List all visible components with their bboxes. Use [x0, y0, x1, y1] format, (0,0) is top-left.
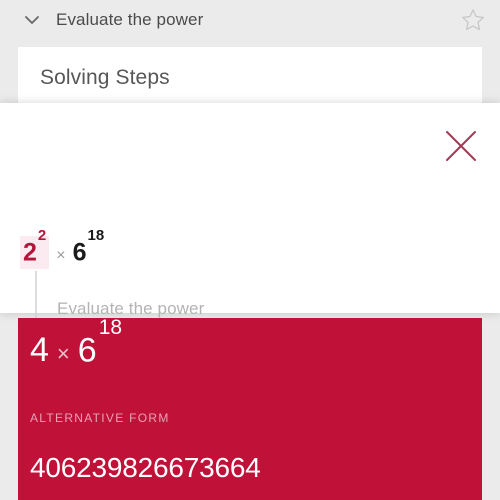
expression-before-operator: ×	[56, 247, 66, 265]
expression-before-base2: 6	[72, 238, 87, 267]
chevron-down-icon[interactable]	[22, 10, 42, 30]
result-base2: 6	[77, 331, 97, 370]
result-exponent2: 18	[98, 316, 123, 339]
result-expression: 4 × 618	[30, 317, 122, 370]
star-outline-icon[interactable]	[460, 7, 486, 33]
app-header: Evaluate the power	[0, 0, 500, 40]
page-title: Evaluate the power	[56, 10, 204, 29]
result-power2: 618	[77, 317, 122, 370]
expression-before-exponent1: 2	[37, 227, 47, 244]
expression-before-power2: 618	[72, 228, 105, 267]
step-detail-popup: 22 × 618 Evaluate the power 4 × 618	[0, 103, 500, 390]
solving-steps-title: Solving Steps	[40, 66, 170, 89]
alternative-form-label: ALTERNATIVE FORM	[30, 411, 170, 425]
alternative-form-value: 406239826673664	[30, 452, 261, 483]
result-base1: 4	[30, 331, 49, 370]
result-operator: ×	[56, 341, 70, 367]
expression-before-power: 22	[20, 228, 50, 270]
expression-before-exponent2: 18	[87, 227, 105, 244]
step-caption: Evaluate the power	[57, 299, 205, 318]
close-x-icon[interactable]	[444, 129, 478, 163]
expression-before-base1: 2	[23, 238, 37, 267]
expression-before: 22 × 618	[20, 228, 105, 270]
